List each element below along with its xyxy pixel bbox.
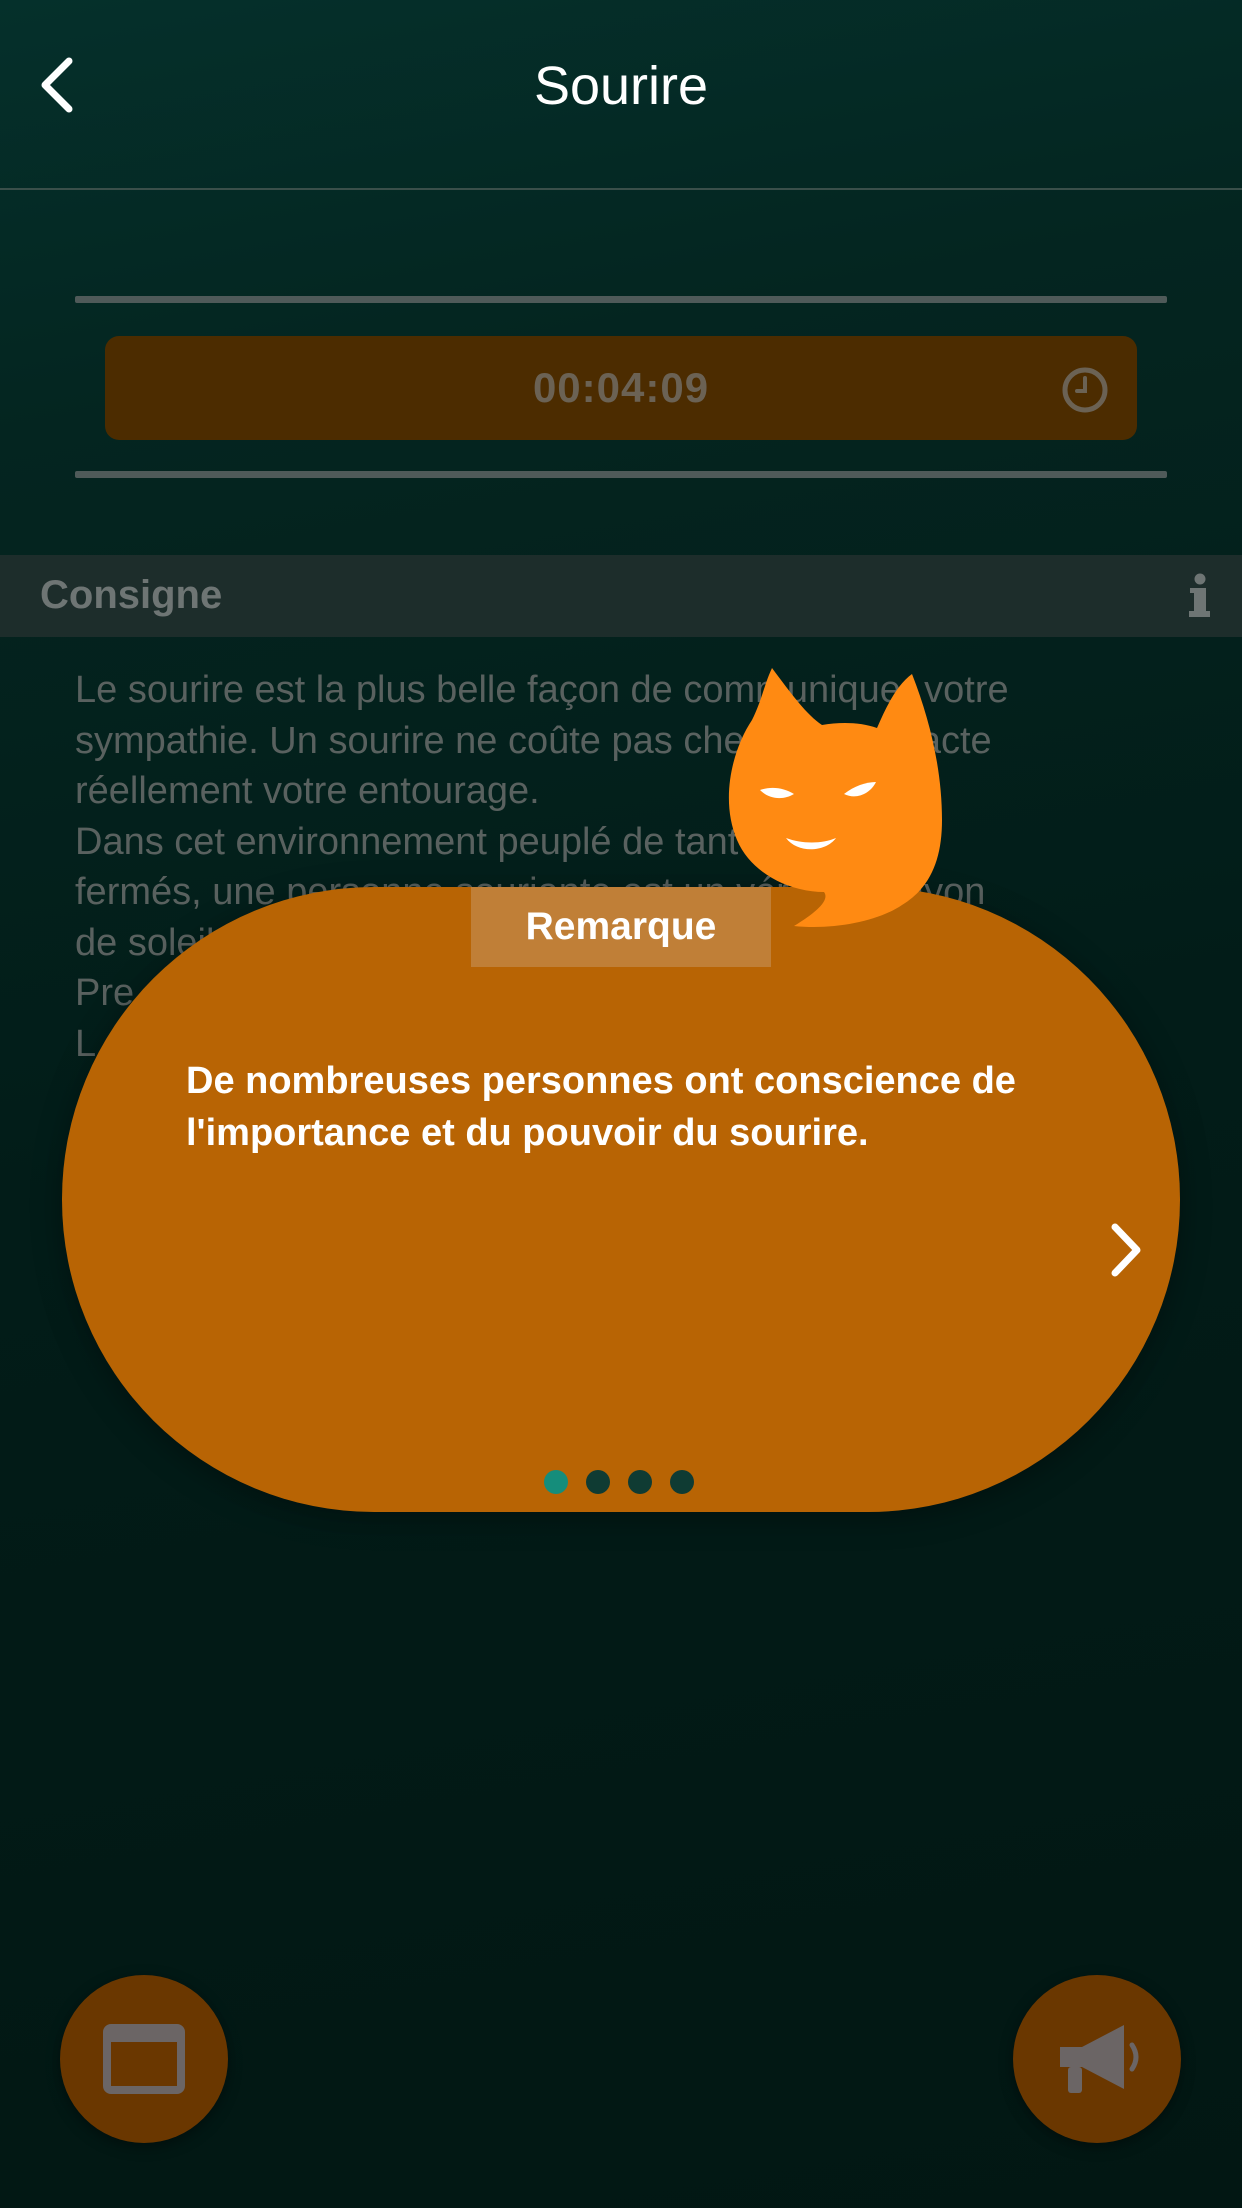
instruction-header: Consigne <box>0 555 1242 637</box>
timer-value: 00:04:09 <box>532 364 710 411</box>
instruction-line: réellement votre entourage. <box>75 770 540 812</box>
header: Sourire <box>0 0 1242 190</box>
announce-button[interactable] <box>1013 1975 1181 2143</box>
next-button[interactable] <box>1095 1215 1155 1285</box>
page-dot[interactable] <box>628 1470 652 1494</box>
info-icon[interactable] <box>1184 573 1214 619</box>
section-title: Consigne <box>40 573 223 617</box>
page-dot[interactable] <box>670 1470 694 1494</box>
page-title: Sourire <box>533 56 709 116</box>
remark-tag: Remarque <box>471 887 771 967</box>
megaphone-icon <box>1060 2025 1139 2093</box>
window-icon <box>103 2024 185 2094</box>
remark-message: De nombreuses personnes ont conscience d… <box>186 1060 1016 1154</box>
instruction-line: Le sourire est la plus belle façon de co… <box>75 669 1009 711</box>
remark-popup <box>62 887 1180 1512</box>
timer-top-rule <box>75 296 1167 303</box>
instruction-line: sympathie. Un sourire ne coûte pas cher … <box>75 719 992 762</box>
timer-display: 00:04:09 <box>105 336 1137 440</box>
page-dot-active[interactable] <box>544 1470 568 1494</box>
page-indicator <box>544 1470 694 1494</box>
clock-icon <box>1062 367 1108 413</box>
instruction-line: Dans cet environnement peuplé de tant de… <box>75 820 931 863</box>
page-dot[interactable] <box>586 1470 610 1494</box>
chevron-right-icon <box>1111 1223 1141 1277</box>
window-button[interactable] <box>60 1975 228 2143</box>
timer-bottom-rule <box>75 471 1167 478</box>
